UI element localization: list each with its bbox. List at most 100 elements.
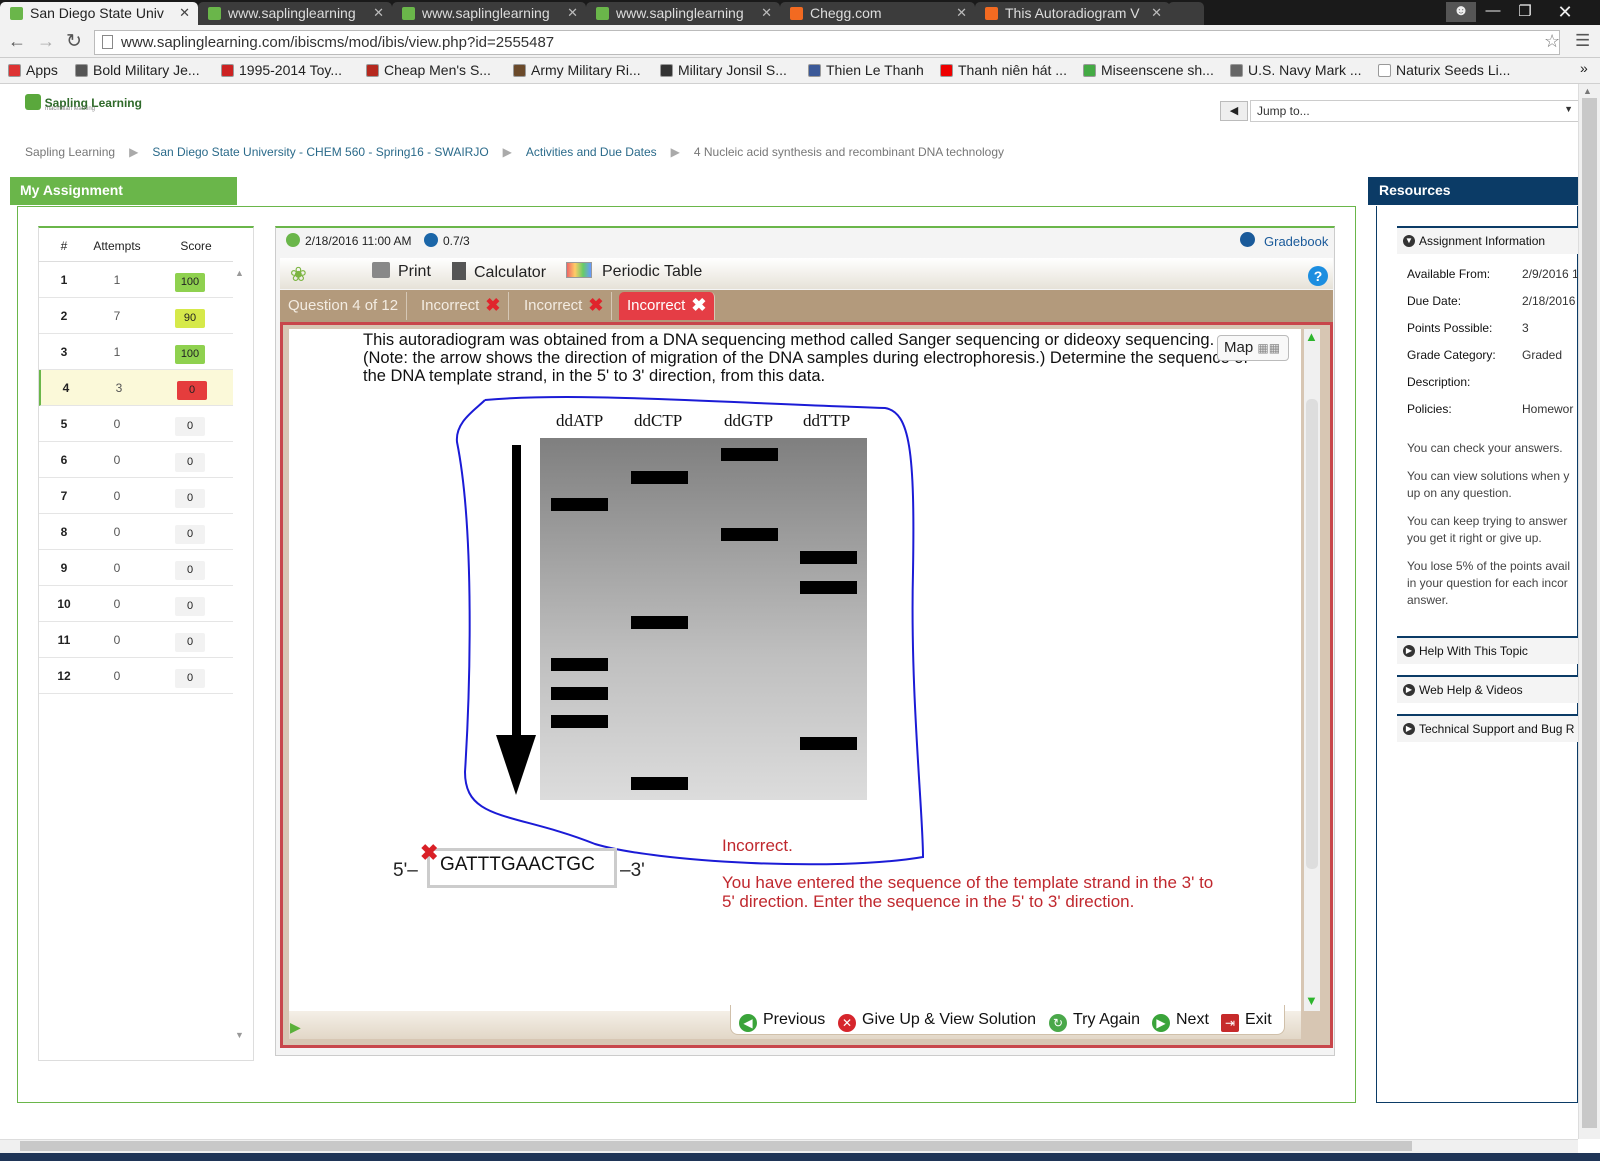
bookmark-item[interactable]: U.S. Navy Mark ... bbox=[1230, 62, 1362, 78]
print-button[interactable]: Print bbox=[372, 262, 431, 281]
chevron-down-icon: ▼ bbox=[1564, 104, 1573, 114]
scroll-up-icon[interactable]: ▲ bbox=[1583, 86, 1592, 96]
resources-header: Resources bbox=[1368, 177, 1578, 205]
tab-title: San Diego State Univ bbox=[30, 5, 164, 21]
url-input[interactable]: www.saplinglearning.com/ibiscms/mod/ibis… bbox=[94, 30, 1560, 55]
browser-tab[interactable]: www.saplinglearning ✕ bbox=[198, 2, 392, 25]
score-row[interactable]: 7 0 0 bbox=[39, 478, 233, 514]
scroll-thumb[interactable] bbox=[1582, 98, 1597, 1128]
periodic-table-button[interactable]: Periodic Table bbox=[566, 262, 702, 281]
browser-tab[interactable]: www.saplinglearning ✕ bbox=[392, 2, 586, 25]
resource-section[interactable]: ▶ Technical Support and Bug R bbox=[1397, 714, 1578, 742]
score-row[interactable]: 11 0 0 bbox=[39, 622, 233, 658]
bookmark-icon bbox=[660, 64, 673, 77]
score-row[interactable]: 6 0 0 bbox=[39, 442, 233, 478]
assignment-information-section[interactable]: ▼ Assignment Information bbox=[1397, 226, 1578, 254]
minimize-window-icon[interactable]: — bbox=[1478, 2, 1508, 22]
map-button[interactable]: Map ▦▦ bbox=[1217, 335, 1289, 361]
score-row[interactable]: 12 0 0 bbox=[39, 658, 233, 694]
score-row[interactable]: 5 0 0 bbox=[39, 406, 233, 442]
browser-tab[interactable]: Chegg.com ✕ bbox=[780, 2, 975, 25]
policy-text: You can check your answers. bbox=[1407, 441, 1563, 455]
restore-window-icon[interactable]: ❐ bbox=[1510, 2, 1540, 22]
gradebook-link[interactable]: Gradebook bbox=[1264, 234, 1328, 249]
browser-tab[interactable]: www.saplinglearning ✕ bbox=[586, 2, 780, 25]
jump-prev-button[interactable]: ◀ bbox=[1220, 101, 1248, 121]
score-row[interactable]: 4 3 0 bbox=[39, 370, 233, 406]
calculator-button[interactable]: Calculator bbox=[452, 262, 546, 282]
next-button[interactable]: ▶ Next bbox=[1152, 1011, 1209, 1032]
bookmark-item[interactable]: Apps bbox=[8, 62, 58, 78]
exit-button[interactable]: ⇥ Exit bbox=[1221, 1011, 1272, 1032]
tab-attempt-1[interactable]: Incorrect ✖ bbox=[413, 292, 510, 320]
bookmark-star-icon[interactable]: ☆ bbox=[1544, 31, 1560, 52]
sapling-logo[interactable]: Sapling Learning macmillan learning bbox=[25, 94, 165, 116]
scroll-thumb[interactable] bbox=[1306, 399, 1318, 869]
close-tab-icon[interactable]: ✕ bbox=[761, 5, 772, 21]
score-badge: 100 bbox=[175, 345, 205, 364]
tab-attempt-2[interactable]: Incorrect ✖ bbox=[516, 292, 613, 320]
bookmark-item[interactable]: Cheap Men's S... bbox=[366, 62, 491, 78]
score-badge: 0 bbox=[177, 381, 207, 400]
browser-tab[interactable]: This Autoradiogram V ✕ bbox=[975, 2, 1170, 25]
forward-icon[interactable]: → bbox=[37, 31, 55, 52]
score-row[interactable]: 9 0 0 bbox=[39, 550, 233, 586]
tab-attempt-3[interactable]: Incorrect ✖ bbox=[619, 292, 716, 320]
bookmark-icon bbox=[366, 64, 379, 77]
sapling-leaf-icon bbox=[402, 7, 415, 20]
menu-icon[interactable]: ☰ bbox=[1575, 31, 1590, 51]
close-tab-icon[interactable]: ✕ bbox=[179, 5, 190, 21]
feedback-text: You have entered the sequence of the tem… bbox=[722, 873, 1214, 911]
score-row[interactable]: 10 0 0 bbox=[39, 586, 233, 622]
close-window-icon[interactable]: ✕ bbox=[1550, 2, 1580, 22]
give-up-button[interactable]: ✕ Give Up & View Solution bbox=[838, 1011, 1036, 1032]
row-number: 5 bbox=[60, 417, 68, 431]
policy-text: You can view solutions when y bbox=[1407, 469, 1570, 483]
browser-tab[interactable]: San Diego State Univ ✕ bbox=[0, 2, 198, 25]
resource-section[interactable]: ▶ Web Help & Videos bbox=[1397, 675, 1578, 703]
score-row[interactable]: 8 0 0 bbox=[39, 514, 233, 550]
user-profile-icon[interactable]: ☻ bbox=[1446, 2, 1476, 22]
scroll-down-icon[interactable]: ▼ bbox=[235, 1030, 244, 1040]
close-tab-icon[interactable]: ✕ bbox=[956, 5, 967, 21]
bookmark-item[interactable]: Thanh niên hát ... bbox=[940, 62, 1067, 78]
breadcrumb-home[interactable]: Sapling Learning bbox=[25, 145, 115, 159]
help-icon[interactable]: ? bbox=[1308, 266, 1328, 286]
score-row[interactable]: 1 1 100 bbox=[39, 262, 233, 298]
bookmark-item[interactable]: 1995-2014 Toy... bbox=[221, 62, 342, 78]
bookmark-item[interactable]: Naturix Seeds Li... bbox=[1378, 62, 1510, 78]
try-again-button[interactable]: ↻ Try Again bbox=[1049, 1011, 1140, 1032]
close-tab-icon[interactable]: ✕ bbox=[373, 5, 384, 21]
score-row[interactable]: 2 7 90 bbox=[39, 298, 233, 334]
row-attempts: 0 bbox=[113, 669, 121, 683]
breadcrumb-course[interactable]: San Diego State University - CHEM 560 - … bbox=[152, 145, 488, 159]
score-badge: 0 bbox=[175, 633, 205, 652]
play-icon[interactable]: ▶ bbox=[290, 1019, 301, 1036]
horizontal-scroll-thumb[interactable] bbox=[20, 1141, 1412, 1151]
sequence-answer-input[interactable]: GATTTGAACTGC bbox=[427, 848, 617, 888]
page-vertical-scrollbar[interactable]: ▲ bbox=[1578, 84, 1600, 1139]
back-icon[interactable]: ← bbox=[8, 31, 26, 52]
scroll-up-arrow-icon[interactable]: ▲ bbox=[1305, 329, 1318, 344]
score-row[interactable]: 3 1 100 bbox=[39, 334, 233, 370]
jump-to-select[interactable]: Jump to... ▼ bbox=[1250, 100, 1580, 122]
bookmark-item[interactable]: Army Military Ri... bbox=[513, 62, 641, 78]
bookmark-item[interactable]: Miseenscene sh... bbox=[1083, 62, 1214, 78]
scroll-up-icon[interactable]: ▲ bbox=[235, 268, 244, 278]
resource-section[interactable]: ▶ Help With This Topic bbox=[1397, 636, 1578, 664]
chegg-icon bbox=[985, 7, 998, 20]
breadcrumb-activities[interactable]: Activities and Due Dates bbox=[526, 145, 657, 159]
bookmarks-overflow-icon[interactable]: » bbox=[1580, 60, 1588, 76]
close-tab-icon[interactable]: ✕ bbox=[567, 5, 578, 21]
bookmark-item[interactable]: Thien Le Thanh bbox=[808, 62, 924, 78]
bookmark-icon bbox=[1378, 64, 1391, 77]
bookmark-label: Bold Military Je... bbox=[93, 62, 200, 78]
bookmark-item[interactable]: Bold Military Je... bbox=[75, 62, 200, 78]
bookmark-item[interactable]: Military Jonsil S... bbox=[660, 62, 787, 78]
new-tab-button[interactable] bbox=[1168, 2, 1204, 25]
previous-button[interactable]: ◀ Previous bbox=[739, 1011, 825, 1032]
question-scrollbar[interactable]: ▲ ▼ bbox=[1304, 329, 1320, 1011]
close-tab-icon[interactable]: ✕ bbox=[1151, 5, 1162, 21]
reload-icon[interactable]: ↻ bbox=[66, 30, 82, 53]
scroll-down-arrow-icon[interactable]: ▼ bbox=[1305, 993, 1318, 1008]
